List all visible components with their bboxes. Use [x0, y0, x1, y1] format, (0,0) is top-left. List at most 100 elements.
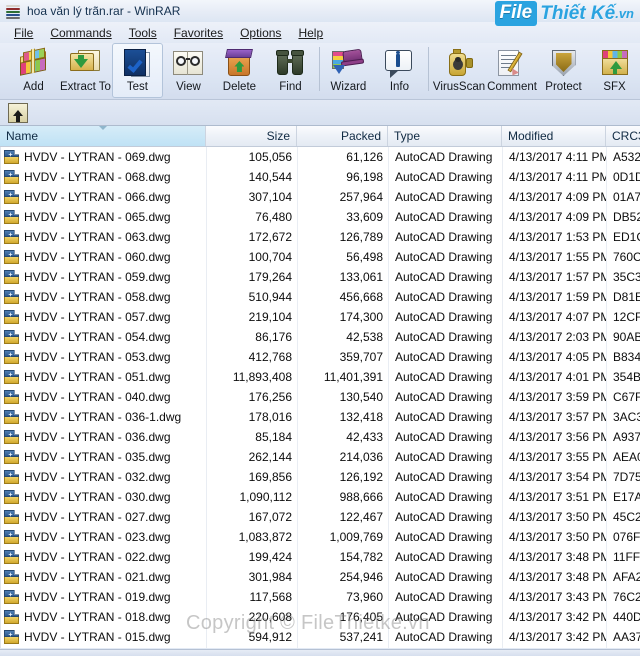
file-modified-cell: 4/13/2017 3:54 PM [509, 470, 607, 484]
file-modified-cell: 4/13/2017 4:07 PM [509, 310, 607, 324]
file-type-cell: AutoCAD Drawing [395, 290, 493, 304]
table-row[interactable]: HVDV - LYTRAN - 065.dwg 76,480 33,609 AutoC… [1, 207, 640, 227]
file-crc32-cell: 760CAA59 [613, 250, 640, 264]
table-row[interactable]: HVDV - LYTRAN - 054.dwg 86,176 42,538 AutoC… [1, 327, 640, 347]
protect-button[interactable]: Protect [538, 43, 589, 98]
column-header-crc32[interactable]: CRC32 [606, 126, 640, 146]
file-name-label: HVDV - LYTRAN - 063.dwg [24, 230, 171, 244]
file-crc32-cell: 0D1D09F9 [613, 170, 640, 184]
autocad-drawing-icon [4, 390, 19, 404]
find-button[interactable]: Find [265, 43, 316, 98]
up-one-level-button[interactable] [8, 102, 28, 123]
file-packed-cell: 176,405 [339, 610, 383, 624]
column-header-name[interactable]: Name [0, 126, 206, 146]
add-button[interactable]: Add [8, 43, 59, 98]
menu-item-help[interactable]: Help [290, 24, 332, 42]
file-name-cell: HVDV - LYTRAN - 057.dwg [1, 310, 207, 324]
column-header-modified[interactable]: Modified [502, 126, 606, 146]
table-row[interactable]: HVDV - LYTRAN - 035.dwg 262,144 214,036 Aut… [1, 447, 640, 467]
file-size-cell: 301,984 [248, 570, 292, 584]
table-row[interactable]: HVDV - LYTRAN - 069.dwg 105,056 61,126 Auto… [1, 147, 640, 167]
menu-item-file[interactable]: File [6, 24, 42, 42]
wizard-button[interactable]: Wizard [323, 43, 374, 98]
file-crc32-cell: ED1C42C8 [613, 230, 640, 244]
autocad-drawing-icon [4, 210, 19, 224]
autocad-drawing-icon [4, 370, 19, 384]
file-name-label: HVDV - LYTRAN - 051.dwg [24, 370, 171, 384]
file-packed-cell: 456,668 [339, 290, 383, 304]
file-type-cell: AutoCAD Drawing [395, 230, 493, 244]
table-row[interactable]: HVDV - LYTRAN - 059.dwg 179,264 133,061 Aut… [1, 267, 640, 287]
file-modified-cell: 4/13/2017 1:59 PM [509, 290, 607, 304]
table-row[interactable]: HVDV - LYTRAN - 021.dwg 301,984 254,946 Aut… [1, 567, 640, 587]
file-type-cell: AutoCAD Drawing [395, 250, 493, 264]
menu-item-favorites[interactable]: Favorites [166, 24, 232, 42]
file-packed-cell: 61,126 [346, 150, 383, 164]
file-size-cell: 262,144 [248, 450, 292, 464]
file-name-cell: HVDV - LYTRAN - 063.dwg [1, 230, 207, 244]
table-row[interactable]: HVDV - LYTRAN - 030.dwg 1,090,112 988,666 A… [1, 487, 640, 507]
table-row[interactable]: HVDV - LYTRAN - 053.dwg 412,768 359,707 Aut… [1, 347, 640, 367]
file-size-cell: 412,768 [248, 350, 292, 364]
table-row[interactable]: HVDV - LYTRAN - 032.dwg 169,856 126,192 Aut… [1, 467, 640, 487]
file-size-cell: 11,893,408 [232, 370, 292, 384]
file-crc32-cell: 90ABE07E [613, 330, 640, 344]
autocad-drawing-icon [4, 530, 19, 544]
file-crc32-cell: 01A72142 [613, 190, 640, 204]
comment-button[interactable]: Comment [486, 43, 538, 98]
file-type-cell: AutoCAD Drawing [395, 350, 493, 364]
winrar-books-icon [5, 4, 21, 19]
sort-caret-icon [98, 126, 107, 130]
logo-file-badge: File [494, 1, 538, 26]
sfx-button[interactable]: SFX [589, 43, 640, 98]
virusscan-spray-bug-icon [442, 47, 476, 79]
table-row[interactable]: HVDV - LYTRAN - 060.dwg 100,704 56,498 Auto… [1, 247, 640, 267]
view-button[interactable]: View [163, 43, 214, 98]
table-row[interactable]: HVDV - LYTRAN - 027.dwg 167,072 122,467 Aut… [1, 507, 640, 527]
virusscan-button[interactable]: VirusScan [432, 43, 486, 98]
column-header-size[interactable]: Size [206, 126, 297, 146]
table-row[interactable]: HVDV - LYTRAN - 036-1.dwg 178,016 132,418 A… [1, 407, 640, 427]
file-type-cell: AutoCAD Drawing [395, 190, 493, 204]
table-row[interactable]: HVDV - LYTRAN - 057.dwg 219,104 174,300 Aut… [1, 307, 640, 327]
file-modified-cell: 4/13/2017 4:09 PM [509, 190, 607, 204]
file-name-cell: HVDV - LYTRAN - 027.dwg [1, 510, 207, 524]
file-size-cell: 219,104 [248, 310, 292, 324]
table-row[interactable]: HVDV - LYTRAN - 066.dwg 307,104 257,964 Aut… [1, 187, 640, 207]
info-button[interactable]: Info [374, 43, 425, 98]
file-type-cell: AutoCAD Drawing [395, 370, 493, 384]
table-row[interactable]: HVDV - LYTRAN - 019.dwg 117,568 73,960 Auto… [1, 587, 640, 607]
table-row[interactable]: HVDV - LYTRAN - 022.dwg 199,424 154,782 Aut… [1, 547, 640, 567]
column-header-packed[interactable]: Packed [297, 126, 388, 146]
table-row[interactable]: HVDV - LYTRAN - 013.dwg134,72086,492Auto… [1, 647, 640, 648]
menu-item-options[interactable]: Options [232, 24, 290, 42]
table-row[interactable]: HVDV - LYTRAN - 023.dwg 1,083,872 1,009,76… [1, 527, 640, 547]
file-list[interactable]: HVDV - LYTRAN - 069.dwg 105,056 61,126 Auto… [0, 147, 640, 648]
file-packed-cell: 254,946 [339, 570, 383, 584]
table-row[interactable]: HVDV - LYTRAN - 040.dwg 176,256 130,540 Aut… [1, 387, 640, 407]
table-row[interactable]: HVDV - LYTRAN - 058.dwg 510,944 456,668 Aut… [1, 287, 640, 307]
table-row[interactable]: HVDV - LYTRAN - 015.dwg 594,912 537,241 Aut… [1, 627, 640, 647]
delete-button[interactable]: Delete [214, 43, 265, 98]
table-row[interactable]: HVDV - LYTRAN - 051.dwg 11,893,408 11,401,… [1, 367, 640, 387]
file-name-label: HVDV - LYTRAN - 054.dwg [24, 330, 171, 344]
menu-item-tools[interactable]: Tools [121, 24, 166, 42]
column-header-type[interactable]: Type [388, 126, 502, 146]
table-row[interactable]: HVDV - LYTRAN - 063.dwg 172,672 126,789 Aut… [1, 227, 640, 247]
menu-item-commands[interactable]: Commands [42, 24, 120, 42]
column-header-crc32-label: CRC32 [612, 129, 640, 143]
protect-shield-icon [547, 47, 581, 79]
table-row[interactable]: HVDV - LYTRAN - 036.dwg 85,184 42,433 AutoC… [1, 427, 640, 447]
table-row[interactable]: HVDV - LYTRAN - 068.dwg 140,544 96,198 Auto… [1, 167, 640, 187]
file-size-cell: 140,544 [248, 170, 292, 184]
table-row[interactable]: HVDV - LYTRAN - 018.dwg 220,608 176,405 Aut… [1, 607, 640, 627]
extract-to-button[interactable]: Extract To [59, 43, 112, 98]
autocad-drawing-icon [4, 470, 19, 484]
file-size-cell: 307,104 [248, 190, 292, 204]
file-name-label: HVDV - LYTRAN - 053.dwg [24, 350, 171, 364]
test-button[interactable]: Test [111, 43, 163, 98]
file-packed-cell: 33,609 [346, 210, 383, 224]
extract-to-button-label: Extract To [60, 81, 111, 93]
file-modified-cell: 4/13/2017 4:01 PM [509, 370, 607, 384]
file-type-cell: AutoCAD Drawing [395, 530, 493, 544]
